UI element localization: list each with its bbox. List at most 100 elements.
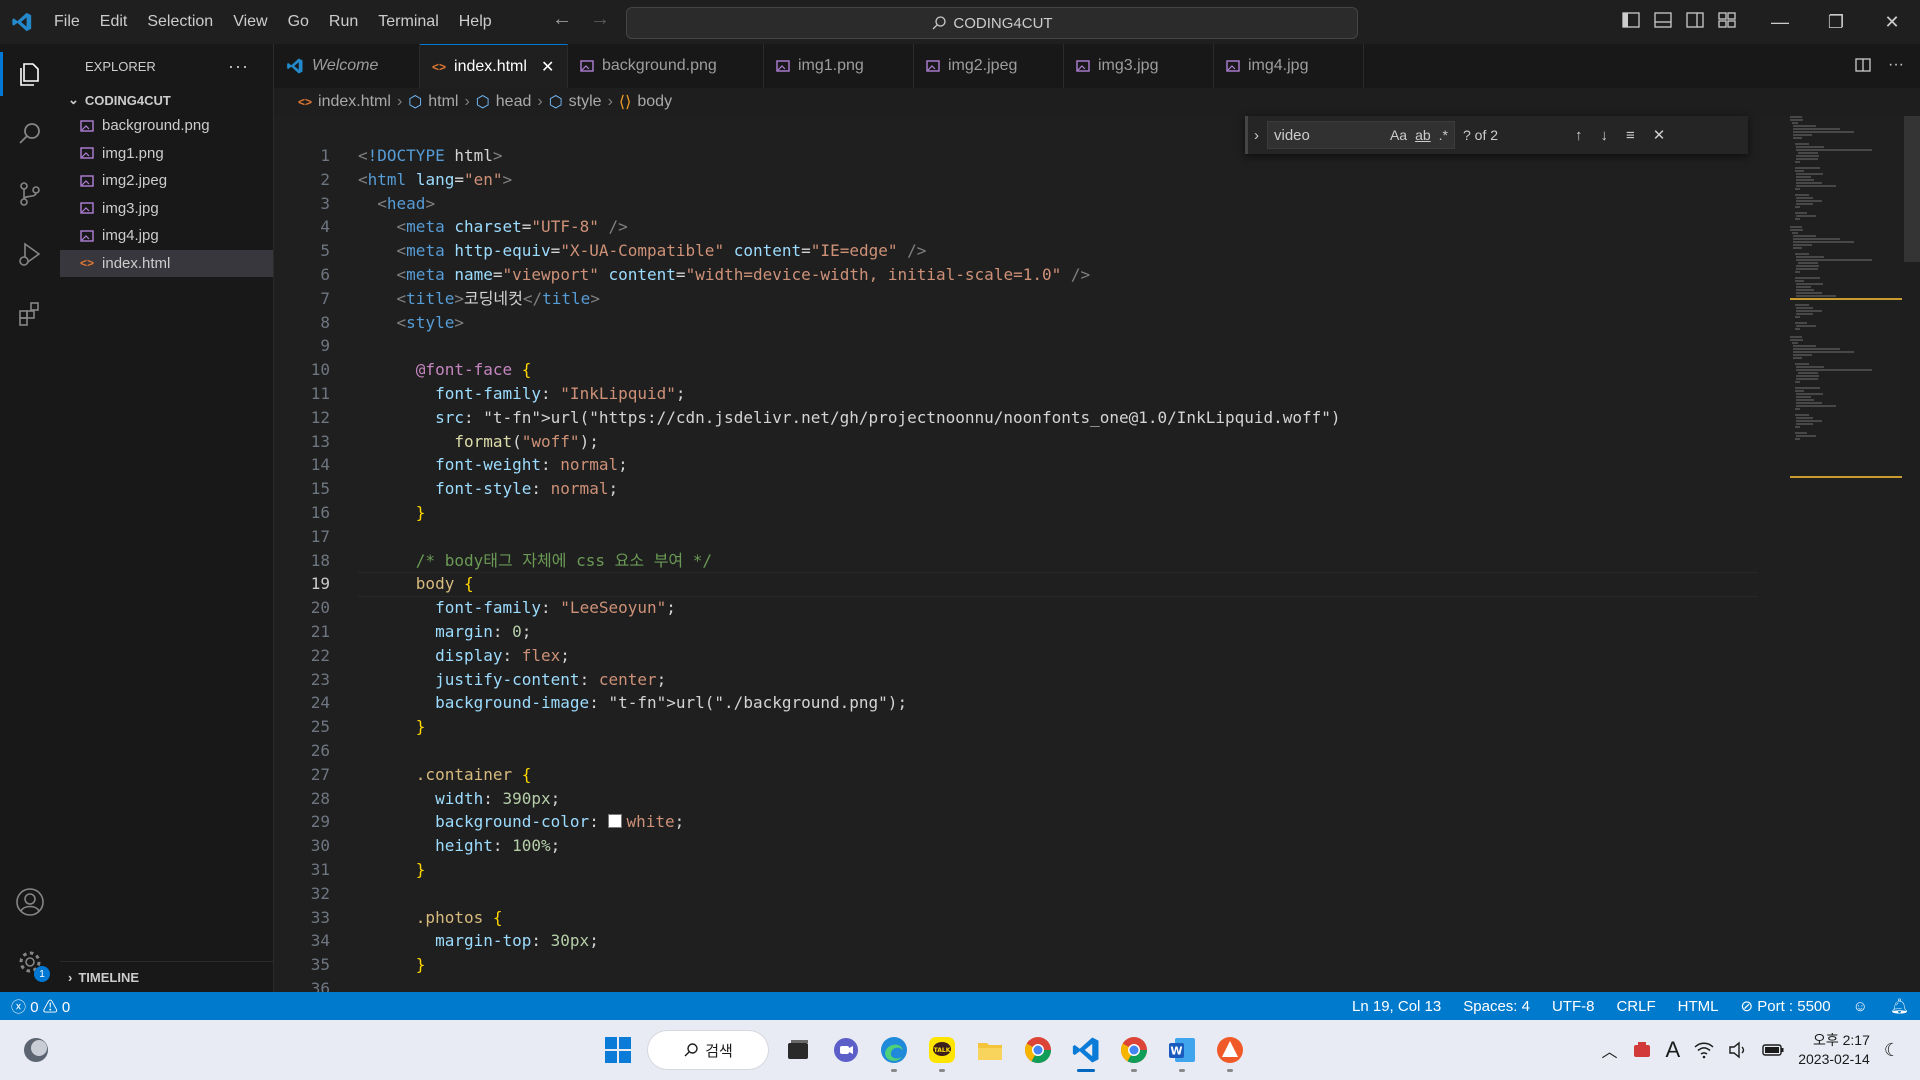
file-item-img2[interactable]: img2.jpeg bbox=[60, 167, 273, 195]
breadcrumb-html[interactable]: html bbox=[428, 93, 458, 111]
back-arrow-icon[interactable]: ← bbox=[552, 8, 572, 31]
menu-terminal[interactable]: Terminal bbox=[368, 13, 448, 31]
code-line[interactable]: @font-face { bbox=[358, 358, 1778, 382]
menu-view[interactable]: View bbox=[223, 13, 277, 31]
tray-app-icon[interactable] bbox=[1632, 1040, 1652, 1060]
previous-match-icon[interactable]: ↑ bbox=[1575, 127, 1583, 144]
live-server-port[interactable]: ⊘ Port : 5500 bbox=[1729, 997, 1841, 1015]
encoding[interactable]: UTF-8 bbox=[1541, 998, 1606, 1015]
menu-file[interactable]: File bbox=[44, 13, 90, 31]
color-swatch[interactable] bbox=[608, 814, 623, 829]
code-line[interactable] bbox=[358, 525, 1778, 549]
show-hidden-icons-icon[interactable]: ︿ bbox=[1602, 1038, 1618, 1062]
tab-img1[interactable]: img1.png bbox=[764, 44, 914, 88]
taskbar-search[interactable]: 검색 bbox=[648, 1031, 768, 1069]
tab-img4[interactable]: img4.jpg bbox=[1214, 44, 1364, 88]
code-line[interactable] bbox=[358, 977, 1778, 992]
extensions-icon[interactable] bbox=[0, 284, 60, 344]
code-line[interactable] bbox=[358, 739, 1778, 763]
breadcrumb-style[interactable]: style bbox=[569, 93, 602, 111]
workspace-folder[interactable]: ⌄ CODING4CUT bbox=[60, 88, 273, 112]
code-line[interactable]: font-family: "LeeSeoyun"; bbox=[358, 596, 1778, 620]
code-line[interactable]: background-image: "t-fn">url("./backgrou… bbox=[358, 691, 1778, 715]
more-actions-icon[interactable]: ··· bbox=[228, 56, 249, 77]
command-center[interactable]: CODING4CUT bbox=[626, 7, 1358, 39]
system-clock[interactable]: 오후 2:17 2023-02-14 bbox=[1798, 1031, 1870, 1069]
wifi-icon[interactable] bbox=[1694, 1041, 1714, 1059]
toggle-panel-icon[interactable] bbox=[1652, 9, 1674, 31]
code-line[interactable]: body { bbox=[358, 572, 1778, 596]
close-window-icon[interactable]: ✕ bbox=[1864, 0, 1920, 44]
battery-icon[interactable] bbox=[1762, 1041, 1784, 1059]
edge-browser-icon[interactable] bbox=[870, 1026, 918, 1074]
code-line[interactable]: width: 390px; bbox=[358, 787, 1778, 811]
input-method-indicator[interactable]: A bbox=[1666, 1037, 1681, 1063]
code-line[interactable]: } bbox=[358, 858, 1778, 882]
kakaotalk-icon[interactable]: TALK bbox=[918, 1026, 966, 1074]
find-in-selection-icon[interactable]: ≡ bbox=[1626, 127, 1635, 144]
menu-help[interactable]: Help bbox=[449, 13, 502, 31]
scrollbar-thumb[interactable] bbox=[1904, 116, 1920, 262]
word-icon[interactable]: W bbox=[1158, 1026, 1206, 1074]
code-line[interactable]: format("woff"); bbox=[358, 430, 1778, 454]
code-line[interactable] bbox=[358, 334, 1778, 358]
close-tab-icon[interactable]: ✕ bbox=[541, 57, 554, 77]
cursor-position[interactable]: Ln 19, Col 13 bbox=[1341, 998, 1452, 1015]
toggle-replace-icon[interactable]: › bbox=[1254, 127, 1259, 144]
code-line[interactable]: <meta http-equiv="X-UA-Compatible" conte… bbox=[358, 239, 1778, 263]
close-find-icon[interactable]: ✕ bbox=[1653, 126, 1666, 144]
file-item-img1[interactable]: img1.png bbox=[60, 140, 273, 168]
breadcrumb-body[interactable]: body bbox=[637, 93, 672, 111]
file-item-img3[interactable]: img3.jpg bbox=[60, 195, 273, 223]
windows-start-icon[interactable] bbox=[594, 1026, 642, 1074]
code-line[interactable]: <html lang="en"> bbox=[358, 168, 1778, 192]
code-line[interactable]: <head> bbox=[358, 192, 1778, 216]
code-line[interactable]: <style> bbox=[358, 311, 1778, 335]
minimap[interactable] bbox=[1790, 116, 1902, 992]
run-debug-icon[interactable] bbox=[0, 224, 60, 284]
task-view-icon[interactable] bbox=[774, 1026, 822, 1074]
search-icon[interactable] bbox=[0, 104, 60, 164]
code-content[interactable]: <!DOCTYPE html> <html lang="en"> <head> <… bbox=[358, 144, 1778, 992]
customize-layout-icon[interactable] bbox=[1716, 9, 1738, 31]
code-line[interactable]: background-color: white; bbox=[358, 810, 1778, 834]
find-input[interactable]: video Aa ab .* bbox=[1267, 121, 1455, 149]
code-line[interactable]: font-family: "InkLipquid"; bbox=[358, 382, 1778, 406]
file-item-background[interactable]: background.png bbox=[60, 112, 273, 140]
split-editor-icon[interactable] bbox=[1854, 56, 1872, 74]
code-line[interactable]: } bbox=[358, 953, 1778, 977]
code-line[interactable] bbox=[358, 882, 1778, 906]
code-line[interactable]: /* body태그 자체에 css 요소 부여 */ bbox=[358, 549, 1778, 573]
code-line[interactable]: .photos { bbox=[358, 906, 1778, 930]
forward-arrow-icon[interactable]: → bbox=[590, 8, 610, 31]
widgets-icon[interactable] bbox=[12, 1026, 60, 1074]
tab-welcome[interactable]: Welcome bbox=[274, 44, 420, 88]
tab-img2[interactable]: img2.jpeg bbox=[914, 44, 1064, 88]
teams-chat-icon[interactable] bbox=[822, 1026, 870, 1074]
code-line[interactable]: <title>코딩네컷</title> bbox=[358, 287, 1778, 311]
code-line[interactable]: margin-top: 30px; bbox=[358, 929, 1778, 953]
timeline-section[interactable]: › TIMELINE bbox=[60, 961, 281, 992]
source-control-icon[interactable] bbox=[0, 164, 60, 224]
file-item-index-html[interactable]: <> index.html bbox=[60, 249, 273, 277]
end-of-line[interactable]: CRLF bbox=[1605, 998, 1666, 1015]
code-line[interactable]: font-style: normal; bbox=[358, 477, 1778, 501]
code-line[interactable]: height: 100%; bbox=[358, 834, 1778, 858]
chrome-profile-icon[interactable] bbox=[1110, 1026, 1158, 1074]
code-line[interactable]: .container { bbox=[358, 763, 1778, 787]
indentation[interactable]: Spaces: 4 bbox=[1452, 998, 1541, 1015]
tab-img3[interactable]: img3.jpg bbox=[1064, 44, 1214, 88]
language-mode[interactable]: HTML bbox=[1667, 998, 1730, 1015]
menu-edit[interactable]: Edit bbox=[90, 13, 138, 31]
match-case-icon[interactable]: Aa bbox=[1390, 127, 1407, 143]
tab-background-png[interactable]: background.png bbox=[568, 44, 764, 88]
code-line[interactable]: } bbox=[358, 501, 1778, 525]
code-line[interactable]: <meta charset="UTF-8" /> bbox=[358, 215, 1778, 239]
vscode-taskbar-icon[interactable] bbox=[1062, 1026, 1110, 1074]
minimize-icon[interactable]: — bbox=[1752, 0, 1808, 44]
manage-gear-icon[interactable]: 1 bbox=[0, 932, 60, 992]
restore-icon[interactable]: ❐ bbox=[1808, 0, 1864, 44]
whole-word-icon[interactable]: ab bbox=[1415, 127, 1431, 143]
next-match-icon[interactable]: ↓ bbox=[1601, 127, 1609, 144]
menu-selection[interactable]: Selection bbox=[137, 13, 223, 31]
